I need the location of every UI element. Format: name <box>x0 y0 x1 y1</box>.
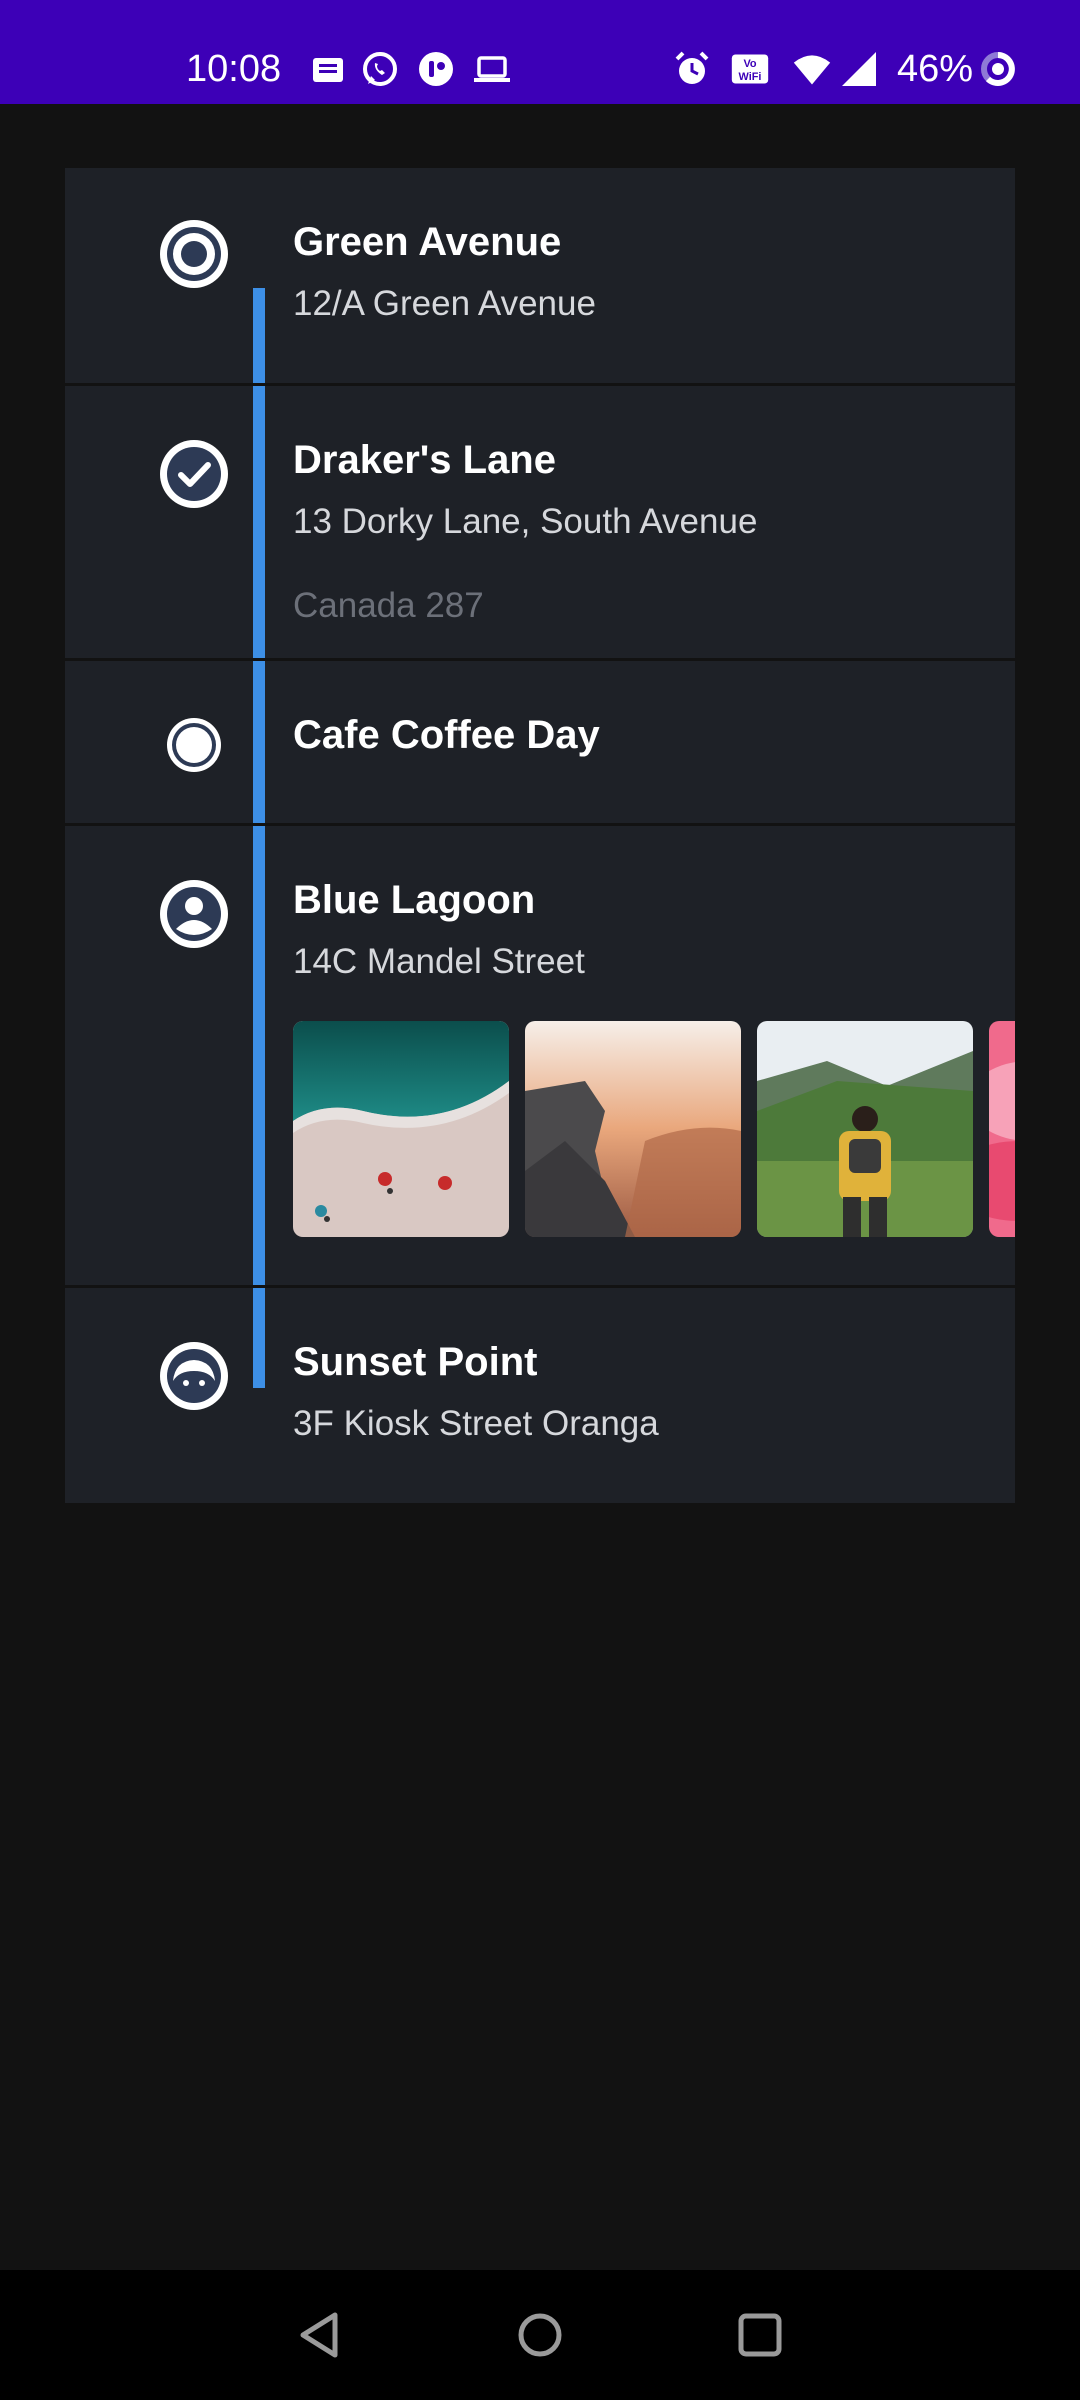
item-tertiary: Canada 287 <box>293 586 484 625</box>
battery-percent: 46% <box>897 48 974 90</box>
timeline-item-sunset-point[interactable]: Sunset Point 3F Kiosk Street Oranga <box>65 1288 1015 1503</box>
photo-strip[interactable] <box>293 1021 1015 1237</box>
app-icon <box>419 52 453 86</box>
svg-text:WiFi: WiFi <box>739 71 762 83</box>
item-title: Blue Lagoon <box>293 878 536 922</box>
pink-flower-photo[interactable] <box>989 1021 1015 1237</box>
navigation-bar <box>0 2270 1080 2400</box>
home-icon[interactable] <box>505 2300 575 2370</box>
battery-ring-icon <box>981 52 1015 86</box>
laptop-icon <box>474 56 510 82</box>
signal-icon <box>842 52 876 86</box>
item-subtitle: 3F Kiosk Street Oranga <box>293 1404 659 1443</box>
hiker-valley-photo[interactable] <box>757 1021 973 1237</box>
item-title: Green Avenue <box>293 220 562 264</box>
alarm-icon <box>675 51 709 84</box>
face-icon <box>160 1342 228 1410</box>
item-subtitle: 12/A Green Avenue <box>293 284 596 323</box>
item-subtitle: 14C Mandel Street <box>293 942 585 981</box>
svg-text:Vo: Vo <box>743 58 756 70</box>
check-circle-icon <box>160 440 228 508</box>
radio-target-icon <box>160 220 228 288</box>
recents-icon[interactable] <box>725 2300 795 2370</box>
item-subtitle: 13 Dorky Lane, South Avenue <box>293 502 758 541</box>
timeline-item-green-avenue[interactable]: Green Avenue 12/A Green Avenue <box>65 168 1015 384</box>
dot-circle-icon <box>167 718 221 772</box>
status-bar: 10:08 Vo WiFi 46% <box>0 0 1080 104</box>
whatsapp-icon <box>363 52 397 86</box>
back-icon[interactable] <box>285 2300 355 2370</box>
timeline-card: Green Avenue 12/A Green Avenue Draker's … <box>65 168 1015 1503</box>
vowifi-icon: Vo WiFi <box>731 54 769 84</box>
item-title: Draker's Lane <box>293 438 556 482</box>
timeline-item-drakers-lane[interactable]: Draker's Lane 13 Dorky Lane, South Avenu… <box>65 386 1015 654</box>
account-circle-icon <box>160 880 228 948</box>
item-title: Cafe Coffee Day <box>293 713 600 757</box>
item-title: Sunset Point <box>293 1340 538 1384</box>
status-time: 10:08 <box>186 48 282 90</box>
message-icon <box>313 58 343 82</box>
canyon-sunset-photo[interactable] <box>525 1021 741 1237</box>
wifi-icon <box>793 55 831 85</box>
timeline-item-cafe-coffee-day[interactable]: Cafe Coffee Day <box>65 661 1015 821</box>
beach-aerial-photo[interactable] <box>293 1021 509 1237</box>
